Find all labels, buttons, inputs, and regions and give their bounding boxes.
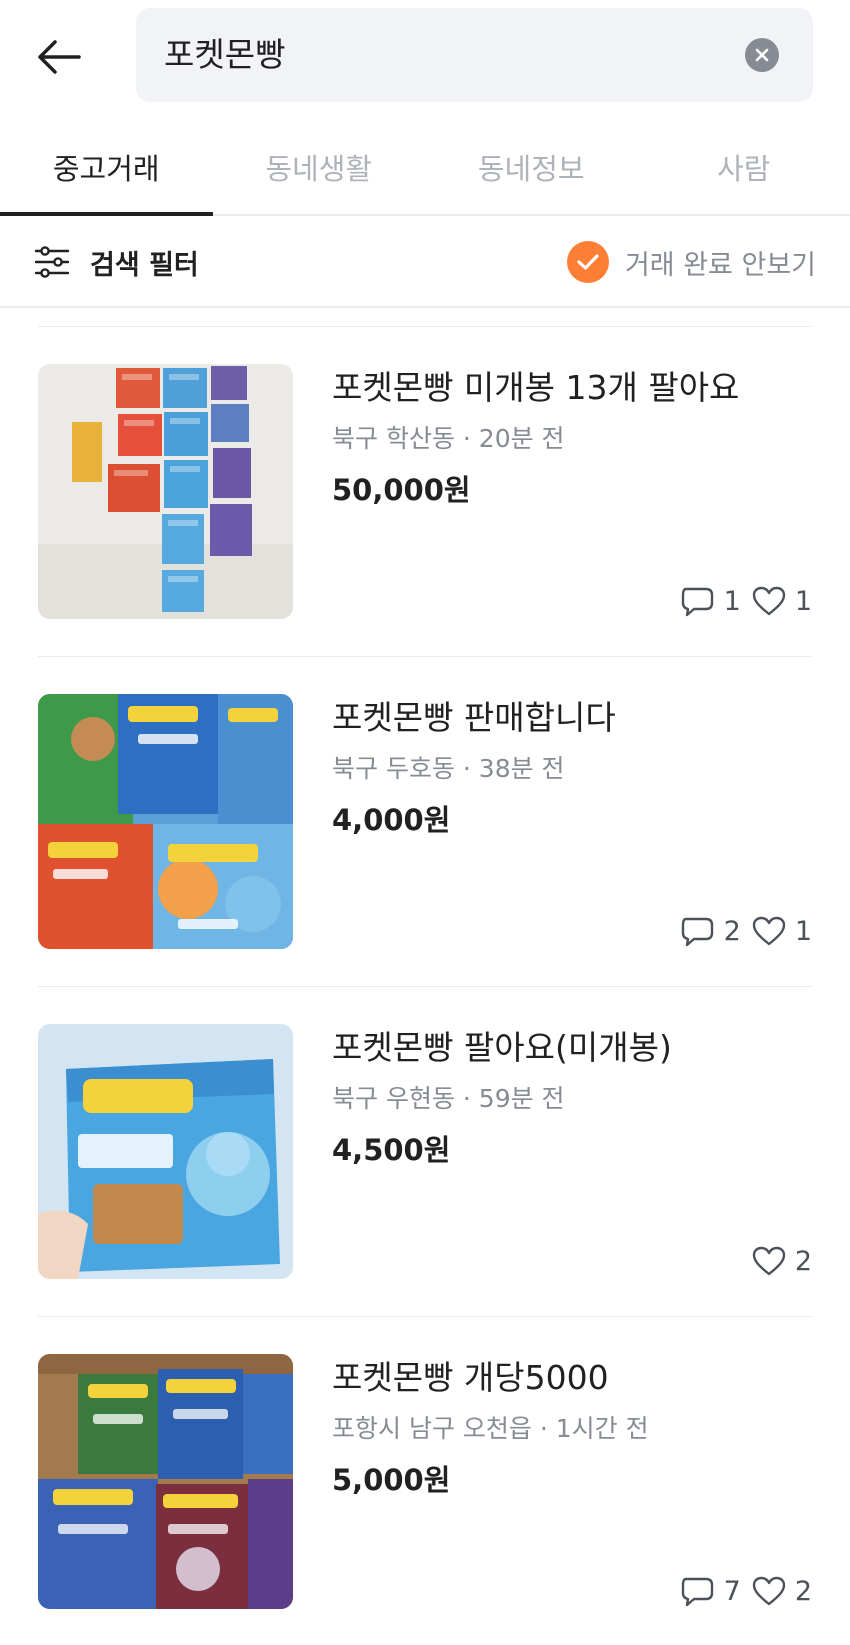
- close-icon: [755, 48, 769, 62]
- listing-price: 4,500원: [332, 1133, 451, 1167]
- arrow-left-icon: [38, 40, 81, 74]
- chat-bubble-icon: [681, 917, 713, 947]
- clear-search-button[interactable]: [745, 38, 779, 72]
- tab-people[interactable]: 사람: [638, 120, 850, 214]
- like-count: 2: [751, 1575, 812, 1607]
- like-count-value: 1: [794, 915, 812, 947]
- chat-count-value: 1: [723, 585, 741, 617]
- listing-info: 포켓몬빵 개당5000 포항시 남구 오천읍 · 1시간 전 5,000원 7 …: [332, 1354, 812, 1609]
- back-button[interactable]: [34, 32, 84, 82]
- like-count-value: 1: [794, 585, 812, 617]
- listing-info: 포켓몬빵 팔아요(미개봉) 북구 우현동 · 59분 전 4,500원 2: [332, 1024, 812, 1279]
- product-thumbnail[interactable]: [38, 1024, 293, 1279]
- chat-bubble-icon: [681, 587, 713, 617]
- like-count-value: 2: [794, 1575, 812, 1607]
- listing-list: 포켓몬빵 미개봉 13개 팔아요 북구 학산동 · 20분 전 50,000원 …: [38, 326, 812, 1645]
- listing-title: 포켓몬빵 판매합니다: [332, 698, 616, 737]
- listing-counts: 2: [751, 1245, 812, 1277]
- chat-count: 7: [680, 1575, 741, 1607]
- listing-title: 포켓몬빵 개당5000: [332, 1358, 609, 1397]
- chat-count: 2: [680, 915, 741, 947]
- tab-neighborhood-life[interactable]: 동네생활: [213, 120, 426, 214]
- product-photo: [38, 364, 293, 619]
- listing-meta: 포항시 남구 오천읍 · 1시간 전: [332, 1414, 649, 1443]
- search-input[interactable]: 포켓몬빵: [136, 8, 813, 102]
- listing-info: 포켓몬빵 미개봉 13개 팔아요 북구 학산동 · 20분 전 50,000원 …: [332, 364, 812, 619]
- like-count: 2: [751, 1245, 812, 1277]
- chat-bubble-icon: [681, 1577, 713, 1607]
- list-item[interactable]: 포켓몬빵 팔아요(미개봉) 북구 우현동 · 59분 전 4,500원 2: [38, 986, 812, 1316]
- search-header: 포켓몬빵: [0, 0, 850, 112]
- listing-counts: 2 1: [680, 915, 812, 947]
- like-count: 1: [751, 915, 812, 947]
- hide-completed-toggle[interactable]: 거래 완료 안보기: [566, 234, 816, 290]
- listing-title: 포켓몬빵 팔아요(미개봉): [332, 1028, 672, 1067]
- hide-completed-label: 거래 완료 안보기: [624, 249, 816, 281]
- tab-neighborhood-info[interactable]: 동네정보: [425, 120, 638, 214]
- category-tabs: 중고거래 동네생활 동네정보 사람: [0, 120, 850, 216]
- filter-bar: 검색 필터 거래 완료 안보기: [0, 216, 850, 308]
- listing-price: 50,000원: [332, 473, 471, 507]
- listing-meta: 북구 우현동 · 59분 전: [332, 1084, 565, 1113]
- heart-icon: [752, 916, 786, 946]
- heart-icon: [752, 1246, 786, 1276]
- check-icon: [577, 254, 599, 270]
- heart-icon: [752, 1576, 786, 1606]
- list-item[interactable]: 포켓몬빵 미개봉 13개 팔아요 북구 학산동 · 20분 전 50,000원 …: [38, 326, 812, 656]
- listing-counts: 7 2: [680, 1575, 812, 1607]
- sliders-icon: [34, 246, 70, 278]
- list-item[interactable]: 포켓몬빵 개당5000 포항시 남구 오천읍 · 1시간 전 5,000원 7 …: [38, 1316, 812, 1645]
- listing-counts: 1 1: [680, 585, 812, 617]
- list-item[interactable]: 포켓몬빵 판매합니다 북구 두호동 · 38분 전 4,000원 2 1: [38, 656, 812, 986]
- listing-meta: 북구 학산동 · 20분 전: [332, 424, 565, 453]
- checkbox-checked[interactable]: [566, 241, 609, 283]
- product-thumbnail[interactable]: [38, 694, 293, 949]
- chat-count: 1: [680, 585, 741, 617]
- chat-count-value: 7: [723, 1575, 741, 1607]
- like-count-value: 2: [794, 1245, 812, 1277]
- chat-count-value: 2: [723, 915, 741, 947]
- search-filter-button[interactable]: 검색 필터: [34, 234, 199, 290]
- like-count: 1: [751, 585, 812, 617]
- product-thumbnail[interactable]: [38, 364, 293, 619]
- product-photo: [38, 694, 293, 949]
- listing-title: 포켓몬빵 미개봉 13개 팔아요: [332, 368, 740, 407]
- tab-used-trade[interactable]: 중고거래: [0, 120, 213, 216]
- listing-meta: 북구 두호동 · 38분 전: [332, 754, 565, 783]
- product-photo: [38, 1354, 293, 1609]
- search-query[interactable]: 포켓몬빵: [164, 8, 285, 102]
- product-thumbnail[interactable]: [38, 1354, 293, 1609]
- heart-icon: [752, 586, 786, 616]
- search-filter-label: 검색 필터: [90, 249, 199, 281]
- listing-price: 5,000원: [332, 1463, 451, 1497]
- product-photo: [38, 1024, 293, 1279]
- listing-price: 4,000원: [332, 803, 451, 837]
- listing-info: 포켓몬빵 판매합니다 북구 두호동 · 38분 전 4,000원 2 1: [332, 694, 812, 949]
